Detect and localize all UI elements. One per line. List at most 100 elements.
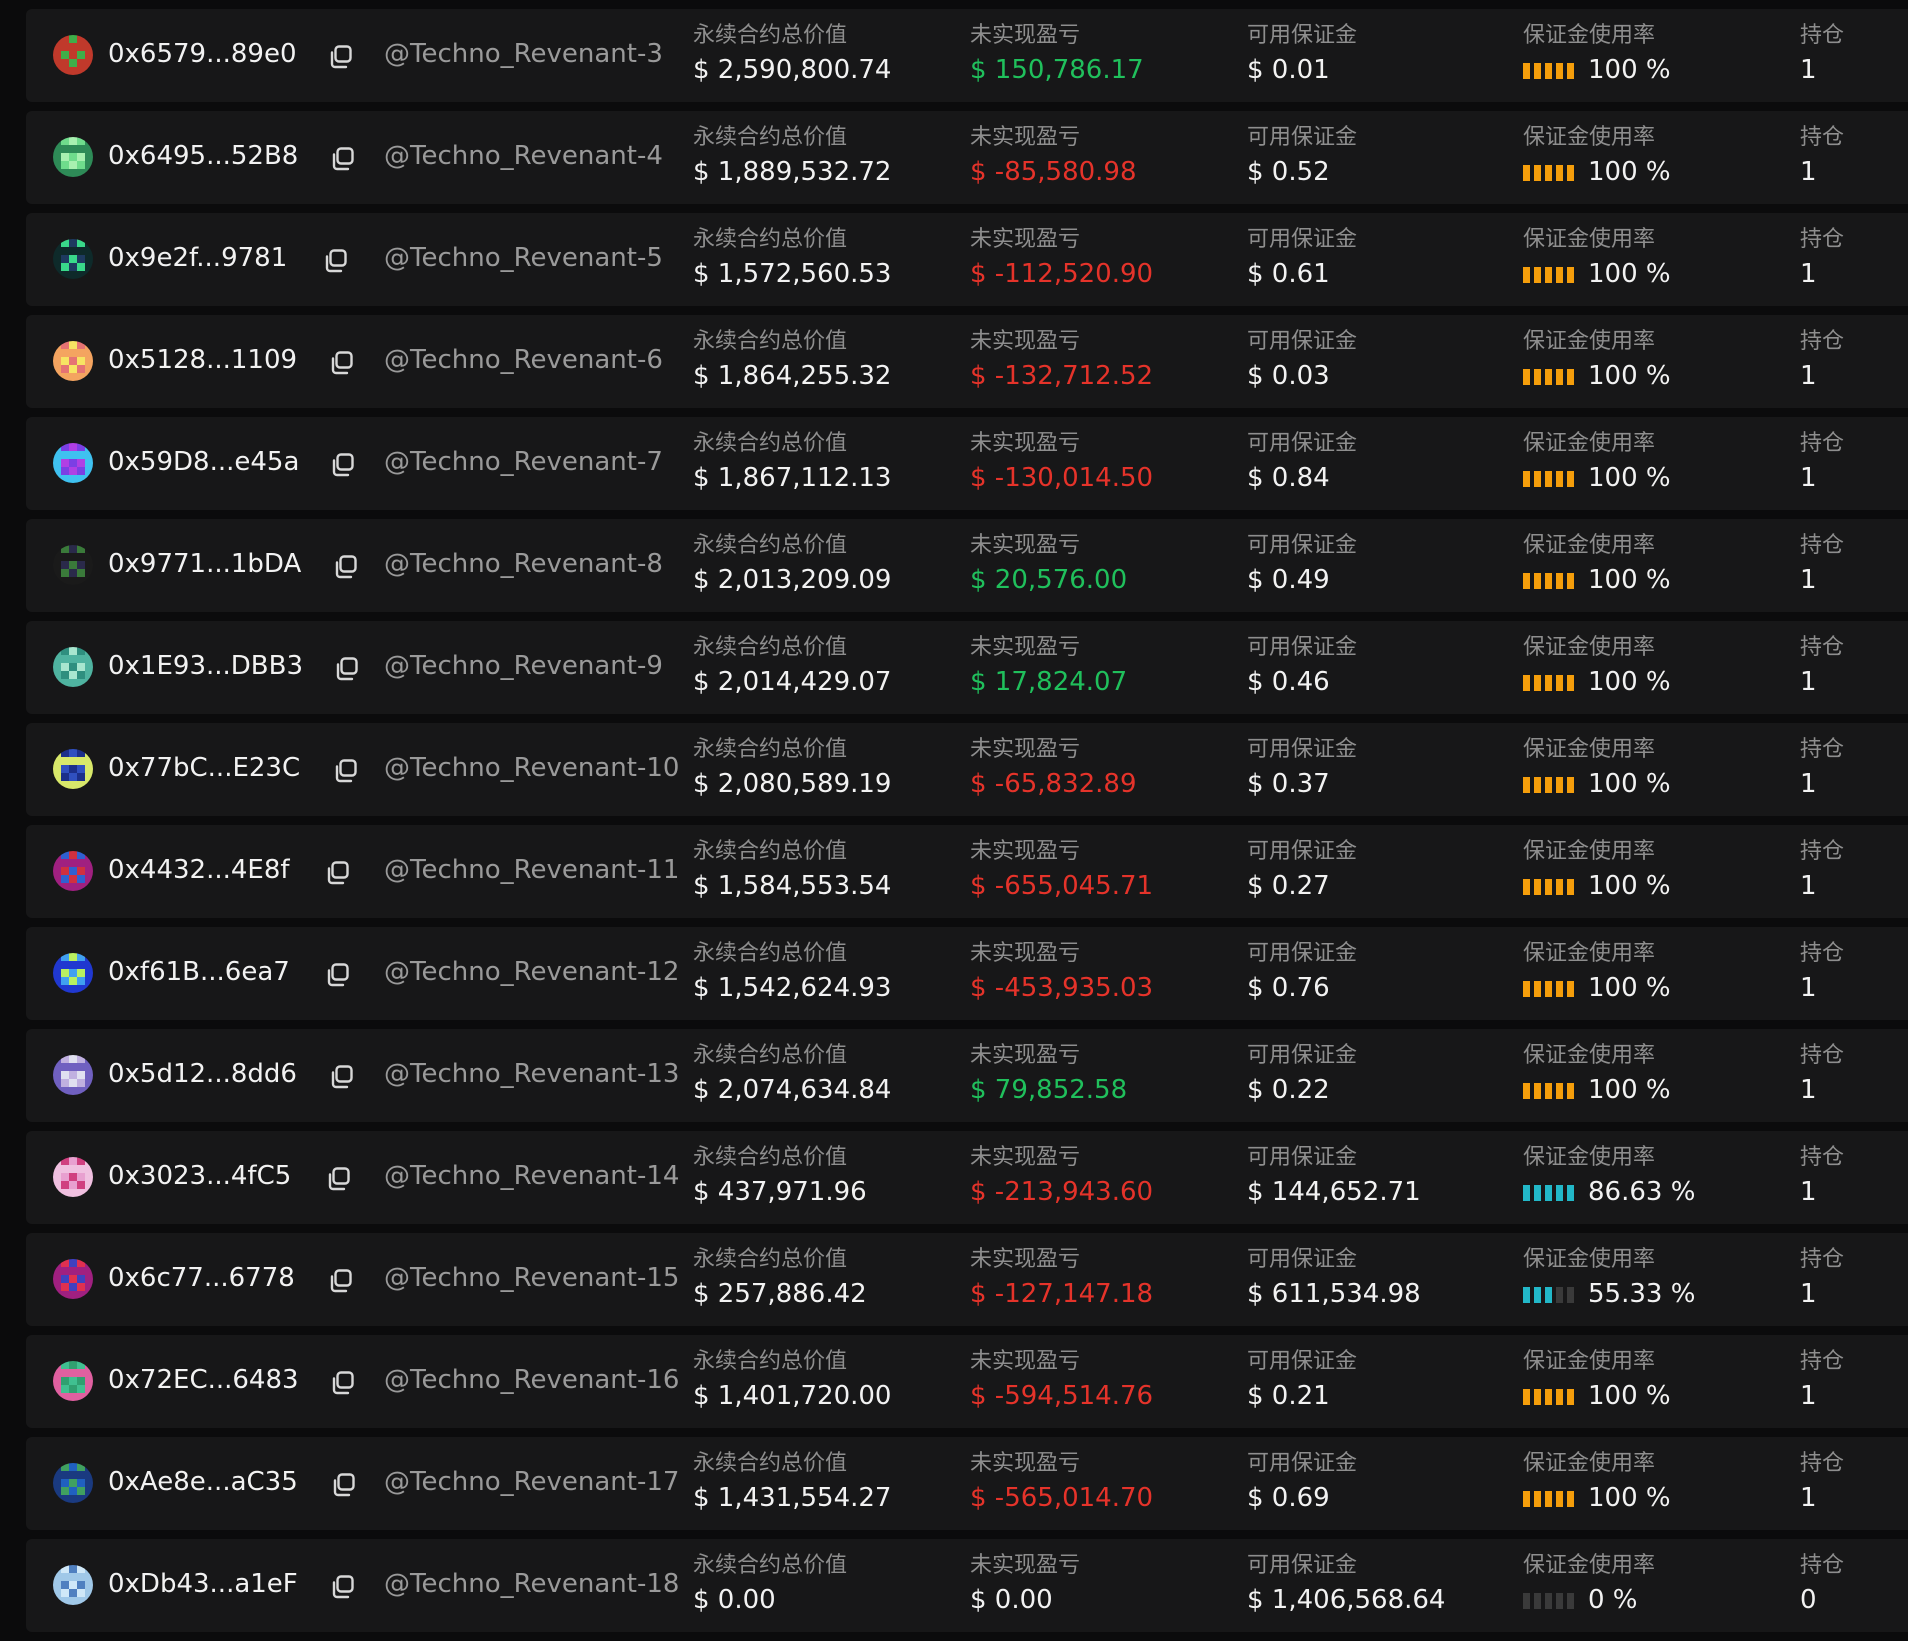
avatar-pixel — [69, 271, 77, 279]
avatar-pixel — [85, 349, 93, 357]
avatar-pixel — [53, 883, 61, 891]
avatar-pixel — [61, 1393, 69, 1401]
wallet-address[interactable]: 0x4432...4E8f — [108, 853, 290, 888]
avatar-pixel — [77, 1259, 85, 1267]
table-row[interactable]: 0x5d12...8dd6 @Techno_Revenant-13 永续合约总价… — [26, 1029, 1908, 1122]
table-row[interactable]: 0xf61B...6ea7 @Techno_Revenant-12 永续合约总价… — [26, 927, 1908, 1020]
table-row[interactable]: 0x6495...52B8 @Techno_Revenant-4 永续合约总价值… — [26, 111, 1908, 204]
margin-usage-meter — [1523, 1185, 1574, 1202]
wallet-address[interactable]: 0x59D8...e45a — [108, 445, 299, 480]
wallet-address[interactable]: 0x72EC...6483 — [108, 1363, 299, 1398]
avatar-pixel — [69, 443, 77, 451]
copy-icon[interactable] — [323, 960, 353, 990]
wallet-address[interactable]: 0xAe8e...aC35 — [108, 1465, 298, 1500]
table-row[interactable]: 0x4432...4E8f @Techno_Revenant-11 永续合约总价… — [26, 825, 1908, 918]
avatar-pixel — [77, 1291, 85, 1299]
table-row[interactable]: 0x9771...1bDA @Techno_Revenant-8 永续合约总价值… — [26, 519, 1908, 612]
copy-icon[interactable] — [324, 1164, 354, 1194]
copy-icon[interactable] — [327, 348, 357, 378]
copy-icon[interactable] — [326, 42, 356, 72]
user-handle[interactable]: @Techno_Revenant-17 — [384, 1465, 679, 1500]
user-handle[interactable]: @Techno_Revenant-13 — [384, 1057, 679, 1092]
copy-icon[interactable] — [323, 858, 353, 888]
perp-value-cell: 永续合约总价值 $ 2,014,429.07 — [693, 634, 891, 699]
avatar-pixel — [53, 859, 61, 867]
user-handle[interactable]: @Techno_Revenant-9 — [384, 649, 663, 684]
unrealized-pnl: $ 20,576.00 — [970, 565, 1128, 595]
usage-bar-segment — [1556, 1185, 1563, 1202]
margin-usage-meter — [1523, 879, 1574, 896]
wallet-address[interactable]: 0x1E93...DBB3 — [108, 649, 303, 684]
avatar-pixel — [77, 1267, 85, 1275]
copy-icon[interactable] — [329, 1470, 359, 1500]
available-margin: $ 0.76 — [1247, 973, 1330, 1003]
copy-icon[interactable] — [328, 1368, 358, 1398]
copy-icon-glyph — [335, 759, 357, 783]
table-row[interactable]: 0x72EC...6483 @Techno_Revenant-16 永续合约总价… — [26, 1335, 1908, 1428]
copy-icon[interactable] — [328, 144, 358, 174]
perp-value-label: 永续合约总价值 — [693, 533, 848, 558]
user-handle[interactable]: @Techno_Revenant-10 — [384, 751, 679, 786]
unrealized-pnl-cell: 未实现盈亏 $ 17,824.07 — [970, 634, 1127, 699]
copy-icon[interactable] — [328, 1572, 358, 1602]
wallet-address[interactable]: 0x3023...4fC5 — [108, 1159, 291, 1194]
avatar — [53, 647, 93, 687]
wallet-address[interactable]: 0x77bC...E23C — [108, 751, 300, 786]
wallet-address[interactable]: 0xDb43...a1eF — [108, 1567, 298, 1602]
table-row[interactable]: 0x3023...4fC5 @Techno_Revenant-14 永续合约总价… — [26, 1131, 1908, 1224]
copy-icon[interactable] — [326, 1266, 356, 1296]
wallet-address[interactable]: 0x6495...52B8 — [108, 139, 298, 174]
positions-count: 1 — [1800, 463, 1817, 493]
user-handle[interactable]: @Techno_Revenant-11 — [384, 853, 679, 888]
wallet-address[interactable]: 0x9771...1bDA — [108, 547, 301, 582]
table-row[interactable]: 0x77bC...E23C @Techno_Revenant-10 永续合约总价… — [26, 723, 1908, 816]
margin-usage-cell: 保证金使用率 86.63 % — [1523, 1144, 1695, 1209]
user-handle[interactable]: @Techno_Revenant-5 — [384, 241, 663, 276]
table-row[interactable]: 0xDb43...a1eF @Techno_Revenant-18 永续合约总价… — [26, 1539, 1908, 1632]
avatar-pixel — [77, 255, 85, 263]
user-handle[interactable]: @Techno_Revenant-12 — [384, 955, 679, 990]
wallet-address[interactable]: 0x6c77...6778 — [108, 1261, 295, 1296]
wallet-address[interactable]: 0x5128...1109 — [108, 343, 297, 378]
wallet-address[interactable]: 0x5d12...8dd6 — [108, 1057, 297, 1092]
copy-icon-glyph — [336, 657, 358, 681]
user-handle[interactable]: @Techno_Revenant-14 — [384, 1159, 679, 1194]
user-handle[interactable]: @Techno_Revenant-16 — [384, 1363, 679, 1398]
avatar-pixel — [69, 655, 77, 663]
table-row[interactable]: 0xAe8e...aC35 @Techno_Revenant-17 永续合约总价… — [26, 1437, 1908, 1530]
user-handle[interactable]: @Techno_Revenant-8 — [384, 547, 663, 582]
copy-icon[interactable] — [331, 756, 361, 786]
avatar-pixel — [53, 867, 61, 875]
copy-icon[interactable] — [332, 654, 362, 684]
user-handle[interactable]: @Techno_Revenant-6 — [384, 343, 663, 378]
wallet-address[interactable]: 0xf61B...6ea7 — [108, 955, 290, 990]
user-handle[interactable]: @Techno_Revenant-4 — [384, 139, 663, 174]
table-row[interactable]: 0x5128...1109 @Techno_Revenant-6 永续合约总价值… — [26, 315, 1908, 408]
copy-icon[interactable] — [327, 1062, 357, 1092]
avatar-pixel — [61, 1055, 69, 1063]
wallet-address[interactable]: 0x9e2f...9781 — [108, 241, 287, 276]
table-row[interactable]: 0x1E93...DBB3 @Techno_Revenant-9 永续合约总价值… — [26, 621, 1908, 714]
user-handle[interactable]: @Techno_Revenant-3 — [384, 37, 663, 72]
user-handle[interactable]: @Techno_Revenant-18 — [384, 1567, 679, 1602]
unrealized-pnl: $ 79,852.58 — [970, 1075, 1128, 1105]
copy-icon[interactable] — [328, 450, 358, 480]
table-row[interactable]: 0x6579...89e0 @Techno_Revenant-3 永续合约总价值… — [26, 9, 1908, 102]
table-row[interactable]: 0x6c77...6778 @Techno_Revenant-15 永续合约总价… — [26, 1233, 1908, 1326]
positions-cell: 持仓 1 — [1800, 532, 1844, 597]
wallet-address[interactable]: 0x6579...89e0 — [108, 37, 297, 72]
margin-usage-meter — [1523, 1593, 1574, 1610]
avatar-pixel — [69, 263, 77, 271]
avatar-pixel — [69, 1471, 77, 1479]
positions-cell: 持仓 1 — [1800, 634, 1844, 699]
table-row[interactable]: 0x9e2f...9781 @Techno_Revenant-5 永续合约总价值… — [26, 213, 1908, 306]
user-handle[interactable]: @Techno_Revenant-15 — [384, 1261, 679, 1296]
avatar-pixel — [53, 647, 61, 655]
copy-icon[interactable] — [321, 246, 351, 276]
copy-icon[interactable] — [331, 552, 361, 582]
copy-icon-glyph — [331, 1065, 353, 1089]
margin-usage-line: 100 % — [1523, 1482, 1671, 1515]
table-row[interactable]: 0x59D8...e45a @Techno_Revenant-7 永续合约总价值… — [26, 417, 1908, 510]
perp-value-cell: 永续合约总价值 $ 1,572,560.53 — [693, 226, 891, 291]
user-handle[interactable]: @Techno_Revenant-7 — [384, 445, 663, 480]
